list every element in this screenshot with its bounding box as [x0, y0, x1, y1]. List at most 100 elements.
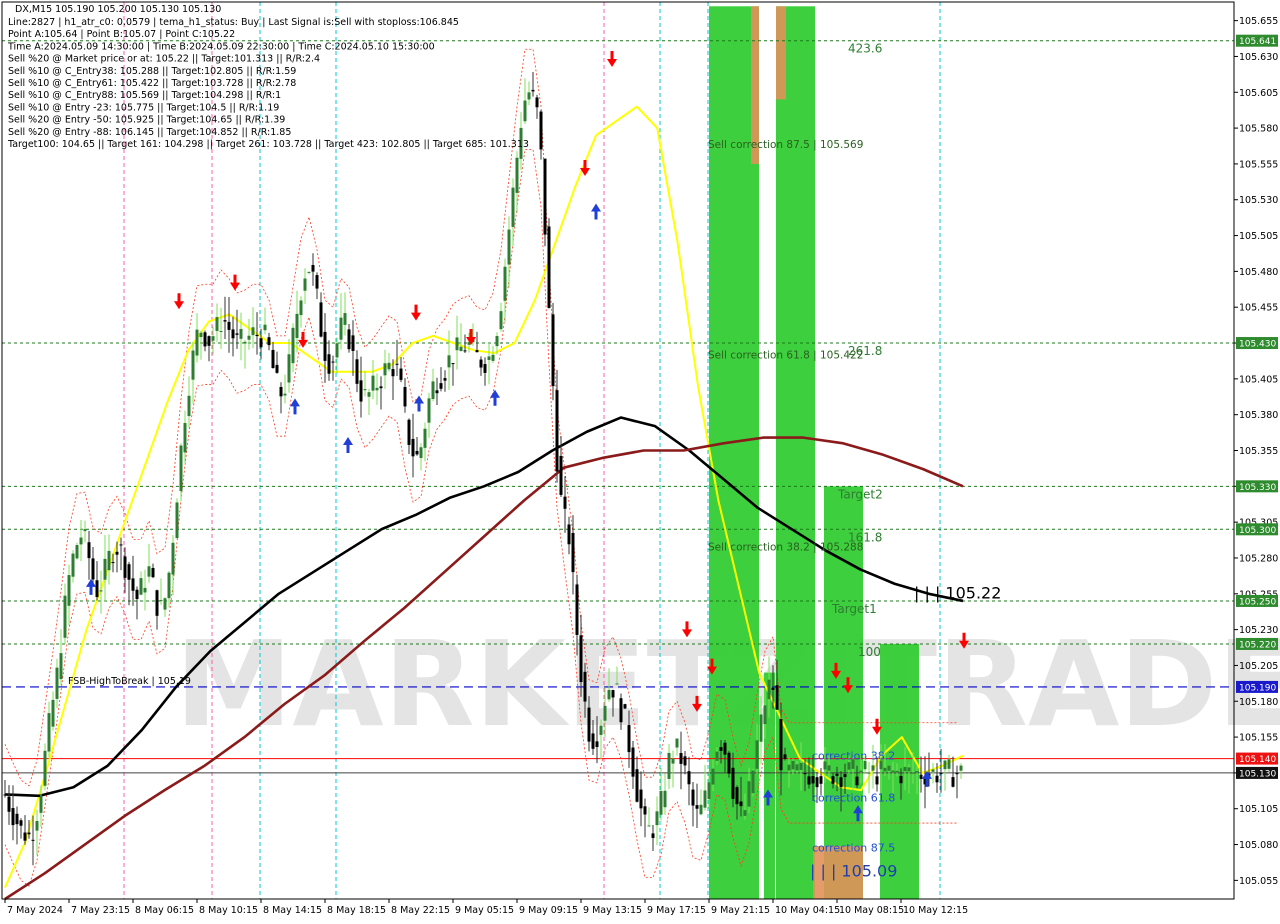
candle-body [591, 733, 595, 749]
candle-body [347, 329, 351, 350]
candle-body [75, 545, 79, 559]
candle-body [687, 771, 691, 785]
candle-body [143, 587, 147, 593]
candle-body [683, 756, 687, 766]
candle-body [351, 335, 355, 351]
candle-body [795, 764, 799, 771]
candle-body [699, 804, 703, 815]
candle-body [539, 111, 543, 150]
candle-body [43, 750, 47, 786]
candle-body [247, 335, 251, 340]
candle-body [499, 311, 503, 330]
candle-body [279, 386, 283, 397]
candle-body [651, 833, 655, 838]
price-tick-label: 105.380 [1239, 410, 1278, 421]
candle-body [115, 551, 119, 555]
price-tick-label: 105.655 [1239, 16, 1278, 27]
price-tick-label: 105.180 [1239, 697, 1278, 708]
target-level-label: Target1 [831, 602, 877, 616]
candle-body [295, 313, 299, 339]
candle-body [395, 363, 399, 365]
candle-body [399, 368, 403, 380]
candle-body [23, 832, 27, 841]
candle-body [891, 770, 895, 773]
candle-body [523, 100, 527, 122]
candle-body [195, 329, 199, 356]
candle-body [227, 321, 231, 330]
candle-body [563, 496, 567, 509]
target-level-label: 100 [858, 645, 881, 659]
candle-body [231, 329, 235, 339]
candle-body [739, 801, 743, 807]
candle-body [575, 584, 579, 635]
candle-body [779, 719, 783, 771]
candle-body [635, 769, 639, 802]
price-tick-label: 105.205 [1239, 661, 1278, 672]
price-tick-label: 105.480 [1239, 267, 1278, 278]
candle-body [495, 336, 499, 347]
candle-body [515, 157, 519, 193]
candle-body [63, 595, 67, 638]
candle-body [203, 332, 207, 347]
info-line: Time A:2024.05.09 14:30:00 | Time B:2024… [7, 41, 435, 52]
candle-body [855, 776, 859, 786]
price-chart[interactable]: MARKETZITRADE 423.6261.8Target2161.8Targ… [0, 0, 1280, 920]
candle-body [419, 447, 423, 458]
candle-body [931, 769, 935, 772]
candle-body [479, 359, 483, 368]
candle-body [447, 355, 451, 368]
candle-body [91, 558, 95, 580]
candle-body [895, 770, 899, 773]
candle-body [727, 752, 731, 774]
candle-body [179, 445, 183, 491]
candle-body [507, 229, 511, 265]
orange-zone [776, 6, 786, 100]
buy-correction-label: correction 38.2 [812, 750, 895, 763]
candle-body [151, 568, 155, 578]
candle-body [431, 381, 435, 399]
info-line: Point A:105.64 | Point B:105.07 | Point … [8, 29, 235, 40]
price-tag-label: 105.330 [1239, 483, 1276, 493]
candle-body [463, 350, 467, 352]
candle-body [459, 346, 463, 352]
info-line: Sell %10 @ C_Entry38: 105.288 || Target:… [8, 66, 296, 77]
candle-body [691, 789, 695, 806]
candle-body [827, 765, 831, 771]
candle-body [223, 320, 227, 322]
price-tick-label: 105.105 [1239, 804, 1278, 815]
candle-body [367, 392, 371, 397]
chart-title: DX,M15 105.190 105.200 105.130 105.130 [15, 4, 221, 15]
candle-body [951, 777, 955, 787]
candle-body [767, 679, 771, 700]
candle-body [131, 578, 135, 591]
candle-body [839, 777, 843, 788]
time-tick-label: 8 May 10:15 [199, 905, 258, 916]
candle-body [919, 774, 923, 779]
candle-body [707, 782, 711, 799]
candle-body [639, 789, 643, 809]
annotation-label: | | | 105.09 [810, 861, 897, 880]
time-tick-label: 8 May 18:15 [327, 905, 386, 916]
candle-body [875, 776, 879, 785]
info-line: Sell %10 @ C_Entry61: 105.422 || Target:… [8, 78, 296, 89]
candle-body [335, 343, 339, 358]
candle-body [867, 772, 871, 774]
candle-body [547, 226, 551, 308]
candle-body [451, 363, 455, 365]
candle-body [871, 765, 875, 771]
price-tick-label: 105.580 [1239, 124, 1278, 135]
candle-body [79, 537, 83, 545]
candle-body [599, 725, 603, 735]
fsb-label: FSB-HighToBreak | 105.19 [68, 676, 191, 687]
candle-body [371, 375, 375, 391]
price-tick-label: 105.280 [1239, 553, 1278, 564]
candle-body [671, 758, 675, 764]
candle-body [567, 524, 571, 545]
candle-body [39, 796, 43, 813]
candle-body [407, 419, 411, 445]
candle-body [343, 313, 347, 325]
candle-body [219, 330, 223, 332]
candle-body [415, 450, 419, 455]
candle-body [907, 767, 911, 772]
price-tag-label: 105.140 [1239, 755, 1276, 765]
